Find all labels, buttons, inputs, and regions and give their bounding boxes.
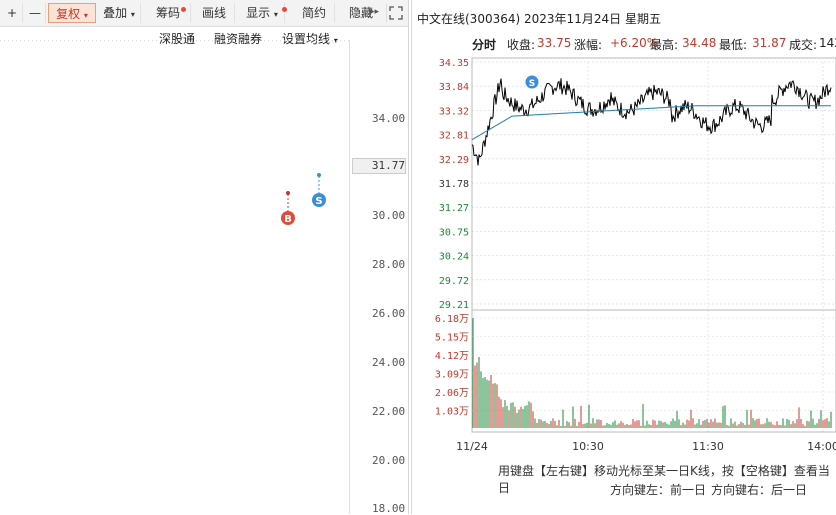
kline-y-tick: 34.00: [372, 112, 406, 125]
kline-y-tick: 26.00: [372, 307, 406, 320]
intraday-vol-tick: 4.12万: [435, 351, 469, 362]
diejia-button[interactable]: 叠加 ▾: [98, 3, 141, 23]
intraday-time-tick: 11:30: [692, 440, 724, 453]
intraday-vol-tick: 2.06万: [435, 388, 469, 399]
kline-y-tick: 20.00: [372, 454, 406, 467]
expand-icon[interactable]: [386, 4, 405, 22]
fuquan-button[interactable]: 复权 ▾: [48, 3, 96, 23]
intraday-price-tick: 30.24: [439, 252, 469, 263]
intraday-chart[interactable]: 34.35 33.84 33.32 32.81 32.29 31.78 31.27 30.75…: [412, 52, 836, 462]
close-label: 收盘:: [507, 38, 536, 52]
change-label: 涨幅:: [574, 38, 603, 52]
intraday-price-tick: 32.81: [439, 131, 469, 142]
kline-chart[interactable]: 35.98*BS: [0, 40, 350, 514]
dropdown-arrow-icon: ▾: [130, 10, 135, 19]
diejia-label: 叠加: [103, 6, 128, 20]
footer-left-key: 方向键左：前一日: [610, 483, 707, 497]
intraday-sell-label: S: [529, 79, 535, 89]
sell-marker-dot: [317, 173, 321, 177]
intraday-price-tick: 34.35: [439, 58, 469, 69]
intraday-time-tick: 14:00: [807, 440, 836, 453]
panel-divider[interactable]: [408, 0, 409, 514]
notification-dot: [282, 7, 287, 12]
dropdown-arrow-icon: ▾: [273, 10, 278, 19]
intraday-time-tick: 10:30: [572, 440, 604, 453]
sell-marker-label: S: [315, 196, 322, 207]
toolbar: + — 复权 ▾ 叠加 ▾ 筹码 画线 显示 ▾ 简约 隐藏 ▸▸: [0, 0, 408, 27]
fenshi-label: 分时: [472, 38, 497, 52]
quote-date: 2023年11月24日: [524, 12, 622, 26]
low-value: 31.87: [752, 36, 787, 50]
notification-dot: [181, 7, 186, 12]
close-value: 33.75: [537, 36, 572, 50]
xianshi-label: 显示: [246, 6, 271, 20]
intraday-vol-tick: 6.18万: [435, 314, 469, 325]
double-arrow-icon[interactable]: ▸▸: [370, 7, 379, 17]
intraday-vol-tick: 1.03万: [435, 407, 469, 418]
huaxian-button[interactable]: 画线: [194, 3, 235, 23]
intraday-price-tick: 29.72: [439, 276, 469, 287]
xianshi-button[interactable]: 显示 ▾: [240, 3, 285, 23]
high-value: 34.48: [682, 36, 717, 50]
quote-weekday: 星期五: [624, 12, 661, 26]
intraday-price-tick: 33.32: [439, 106, 469, 117]
kline-y-tick: 30.00: [372, 209, 406, 222]
intraday-price-tick: 31.27: [439, 203, 469, 214]
intraday-price-line: [471, 78, 832, 166]
stock-title: 中文在线(300364) 2023年11月24日 星期五: [417, 10, 661, 27]
kline-y-axis: 34.00 30.00 28.00 26.00 24.00 22.00 20.00 18.00…: [350, 26, 408, 515]
footer-right-key: 方向键右：后一日: [711, 483, 808, 497]
kline-y-tick: 28.00: [372, 258, 406, 271]
high-label: 最高:: [650, 38, 679, 52]
zoom-in-button[interactable]: +: [2, 3, 23, 23]
kline-y-tick: 18.00: [372, 502, 406, 515]
vol-label: 成交:: [789, 38, 818, 52]
jianyue-button[interactable]: 简约: [294, 3, 335, 23]
stock-name: 中文在线(300364): [417, 12, 521, 26]
intraday-price-tick: 30.75: [439, 227, 469, 238]
zoom-out-button[interactable]: —: [25, 3, 46, 23]
chouma-label: 筹码: [155, 6, 180, 20]
intraday-price-tick: 32.29: [439, 155, 469, 166]
intraday-vol-tick: 3.09万: [435, 370, 469, 381]
current-price-box: 31.77: [352, 158, 406, 174]
buy-marker-label: B: [284, 214, 292, 225]
chouma-button[interactable]: 筹码: [146, 3, 191, 23]
intraday-vol-tick: 5.15万: [435, 333, 469, 344]
intraday-price-tick: 33.84: [439, 82, 469, 93]
intraday-price-tick: 29.21: [439, 300, 469, 311]
vol-value: 142: [819, 36, 836, 50]
intraday-time-tick: 11/24: [456, 440, 488, 453]
low-label: 最低:: [719, 38, 748, 52]
fuquan-label: 复权: [56, 7, 81, 21]
dropdown-arrow-icon: ▾: [83, 11, 88, 20]
buy-marker-dot: [286, 191, 290, 195]
kline-y-tick: 24.00: [372, 356, 406, 369]
intraday-price-tick: 31.78: [439, 179, 469, 190]
kline-y-tick: 22.00: [372, 405, 406, 418]
